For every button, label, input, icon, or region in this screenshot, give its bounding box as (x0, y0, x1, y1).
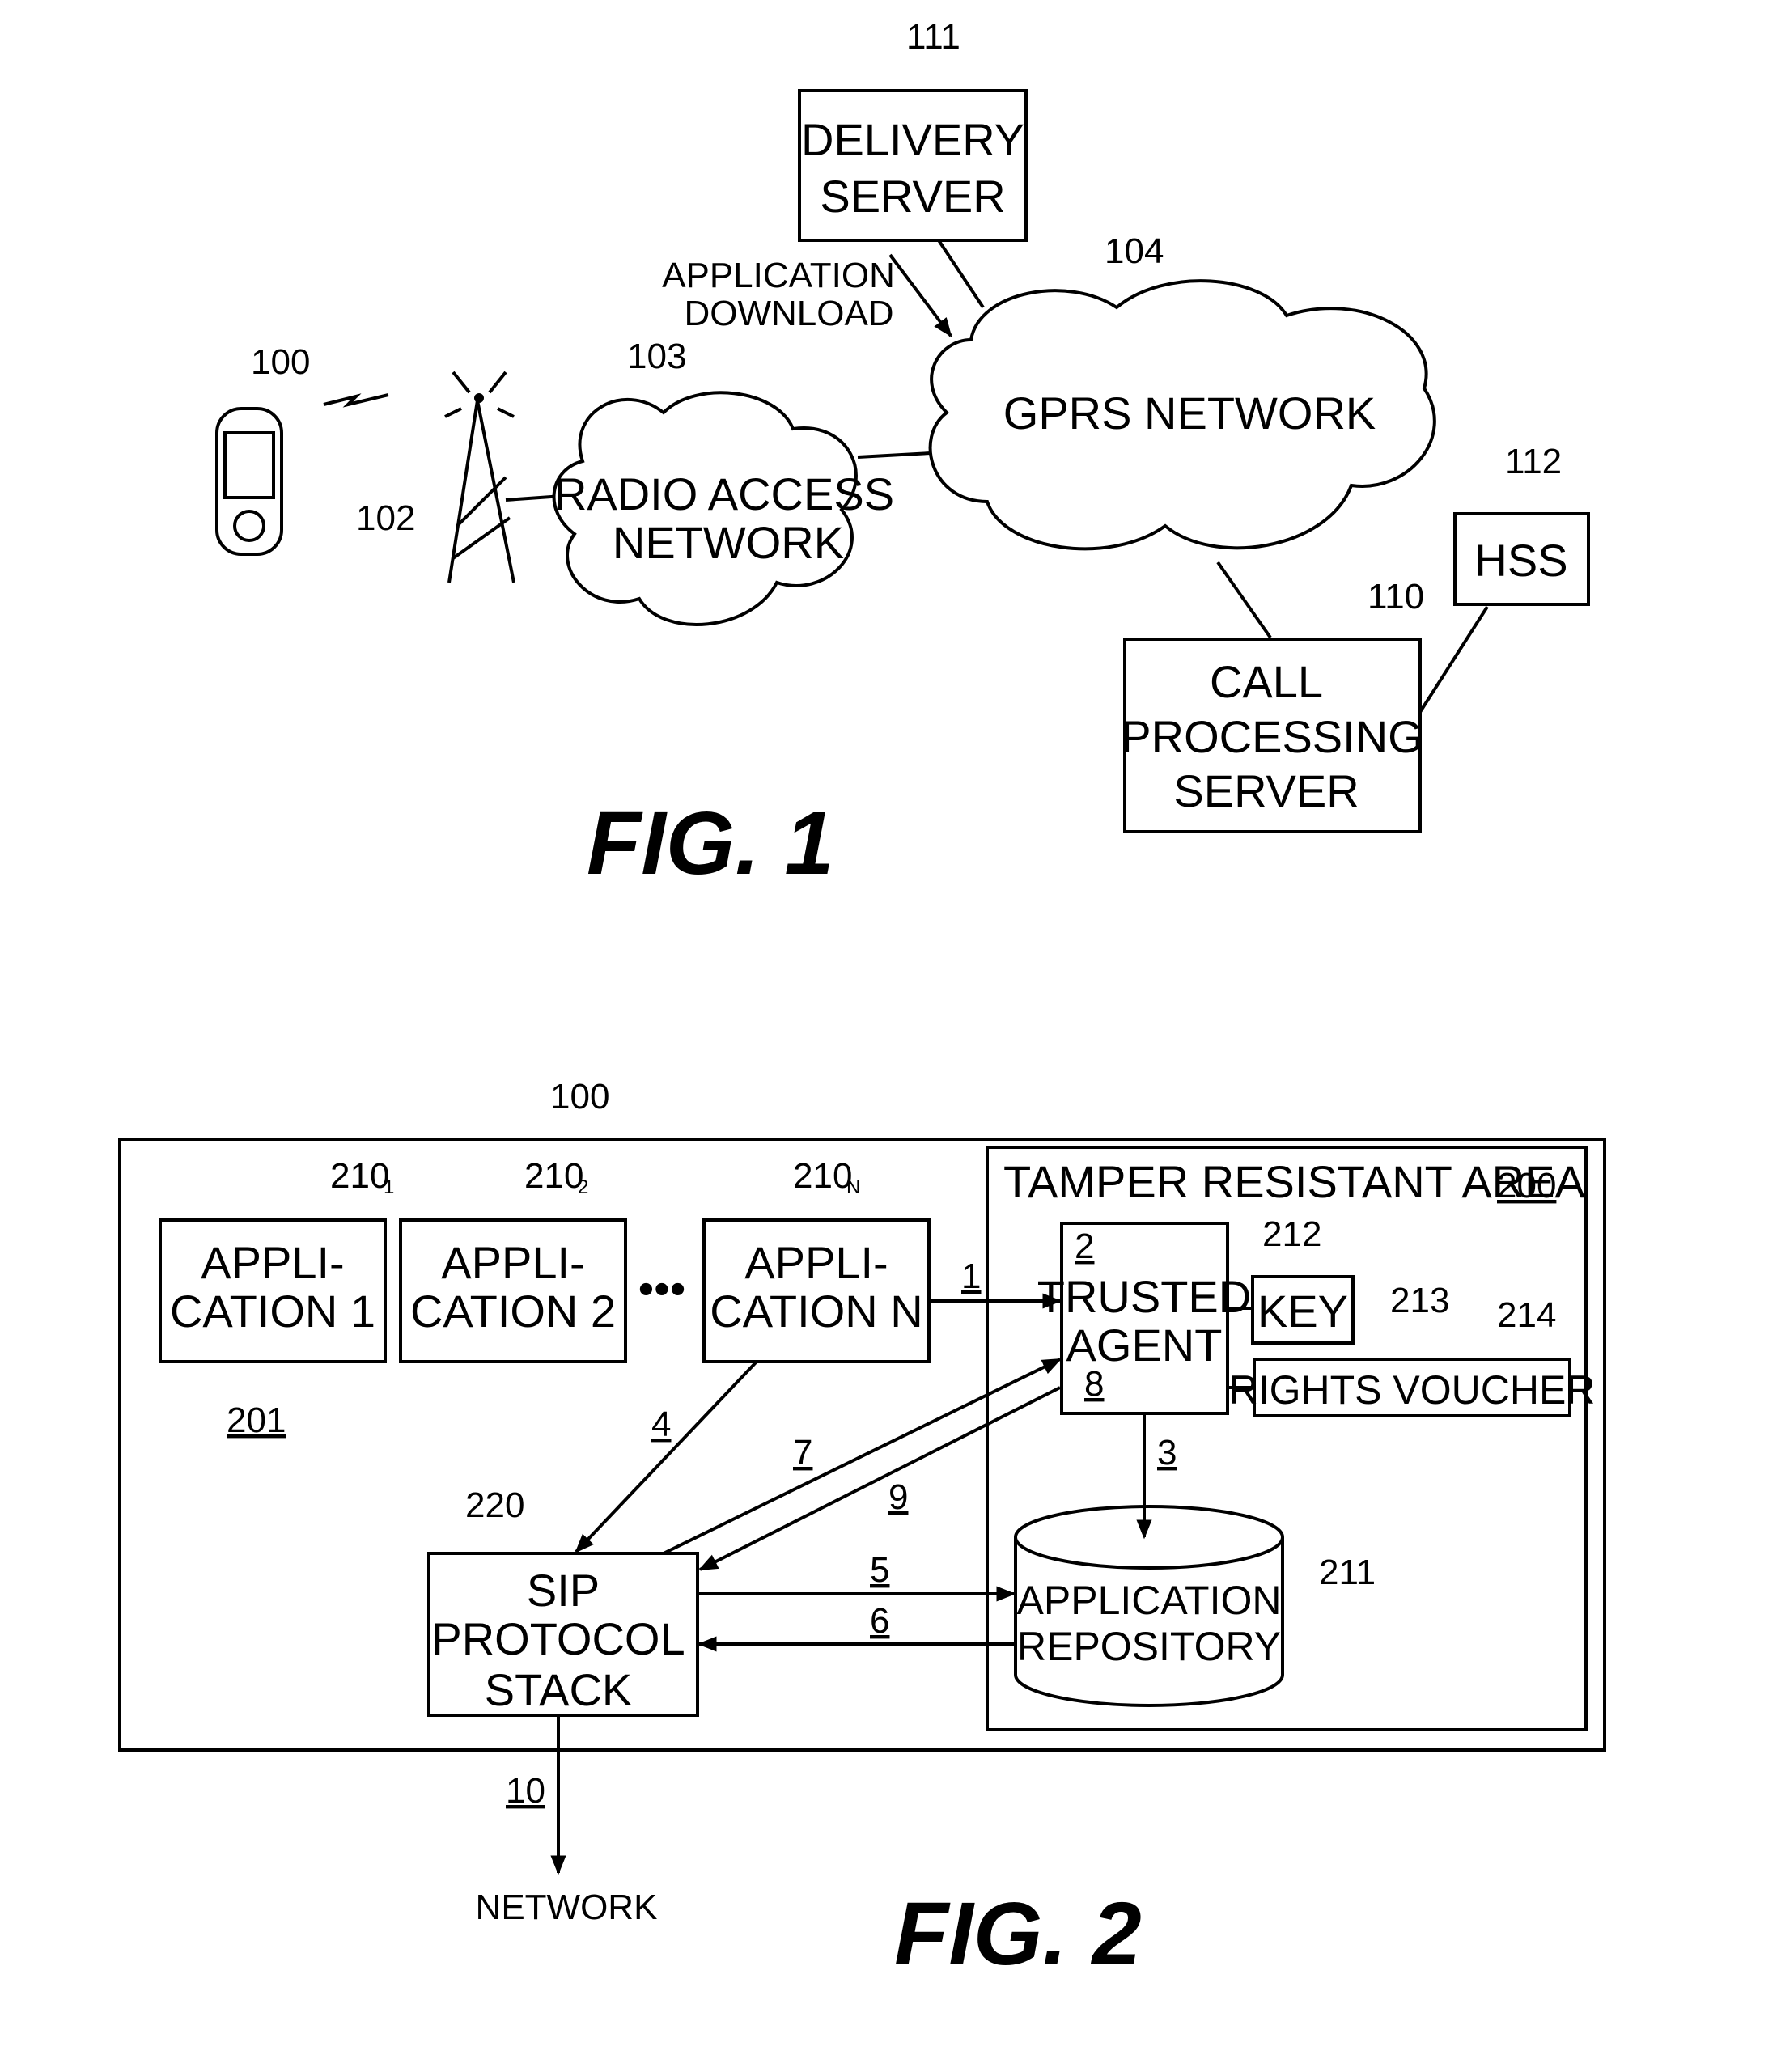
app-download-label-2: DOWNLOAD (684, 294, 893, 333)
app2-label-2: CATION 2 (410, 1286, 616, 1337)
cell-tower-icon (444, 371, 515, 583)
ran-label-1: RADIO ACCESS (554, 468, 894, 519)
repo-label-2: REPOSITORY (1017, 1624, 1281, 1669)
step-6: 6 (870, 1601, 889, 1641)
sip-label-2: PROTOCOL (431, 1613, 685, 1664)
fig2: 100 TAMPER RESISTANT AREA 200 APPLI- CAT… (118, 1077, 1606, 1984)
fig1: 100 102 RADIO ACCESS NETWORK 103 GPRS NE… (215, 17, 1590, 893)
ref-210-2-sub: 2 (578, 1176, 588, 1198)
ref-214: 214 (1497, 1295, 1556, 1335)
app1-label-2: CATION 1 (170, 1286, 375, 1337)
ref-213: 213 (1390, 1281, 1449, 1320)
ref-200: 200 (1497, 1166, 1556, 1205)
ref-112: 112 (1505, 442, 1562, 481)
fig2-caption: FIG. 2 (894, 1884, 1142, 1984)
ref-100-device: 100 (550, 1077, 609, 1117)
ref-212: 212 (1262, 1214, 1321, 1254)
step-5: 5 (870, 1550, 889, 1590)
step-3: 3 (1157, 1433, 1177, 1472)
step-2: 2 (1075, 1227, 1094, 1266)
sip-label-1: SIP (527, 1565, 600, 1616)
ref-210-n-sub: N (846, 1176, 860, 1198)
repo-label-1: APPLICATION (1017, 1578, 1282, 1623)
ref-110: 110 (1368, 577, 1424, 617)
app-download-label-1: APPLICATION (662, 256, 895, 295)
app2-label-1: APPLI- (441, 1237, 584, 1288)
rights-voucher-label: RIGHTS VOUCHER (1229, 1367, 1596, 1413)
ref-100: 100 (251, 342, 310, 382)
ref-104: 104 (1105, 231, 1164, 271)
ref-210-1-sub: 1 (384, 1176, 394, 1198)
ref-201: 201 (227, 1400, 286, 1440)
ref-210-n: 210 (793, 1156, 852, 1196)
fig1-caption: FIG. 1 (587, 794, 834, 893)
mobile-phone-icon (215, 407, 283, 556)
ref-103: 103 (627, 337, 686, 376)
hss-label: HSS (1474, 535, 1567, 586)
step-8: 8 (1084, 1364, 1104, 1404)
delivery-label-2: SERVER (820, 171, 1005, 222)
ref-102: 102 (356, 498, 415, 538)
appn-label-1: APPLI- (744, 1237, 888, 1288)
ref-211: 211 (1319, 1553, 1376, 1592)
cps-label-2: PROCESSING (1121, 711, 1423, 762)
ref-210-1: 210 (330, 1156, 389, 1196)
key-label: KEY (1257, 1286, 1348, 1337)
network-label: NETWORK (476, 1888, 658, 1927)
trusted-label-2: AGENT (1066, 1320, 1223, 1371)
step-10: 10 (506, 1771, 545, 1811)
step-1: 1 (961, 1256, 981, 1296)
ref-220: 220 (465, 1485, 524, 1525)
gprs-label: GPRS NETWORK (1003, 388, 1376, 439)
trusted-label-1: TRUSTED (1037, 1271, 1251, 1322)
ref-111: 111 (906, 17, 960, 57)
step-9: 9 (888, 1477, 908, 1517)
delivery-label-1: DELIVERY (801, 114, 1024, 165)
app1-label-1: APPLI- (201, 1237, 344, 1288)
cps-label-1: CALL (1210, 656, 1323, 707)
ref-210-2: 210 (524, 1156, 583, 1196)
ran-label-2: NETWORK (613, 517, 844, 568)
cps-label-3: SERVER (1173, 765, 1359, 816)
step-4: 4 (651, 1405, 671, 1444)
ellipsis: ••• (638, 1263, 686, 1314)
step-7: 7 (793, 1433, 812, 1472)
sip-label-3: STACK (485, 1664, 633, 1715)
appn-label-2: CATION N (710, 1286, 922, 1337)
patent-drawing: 100 102 RADIO ACCESS NETWORK 103 GPRS NE… (118, 17, 1606, 1984)
